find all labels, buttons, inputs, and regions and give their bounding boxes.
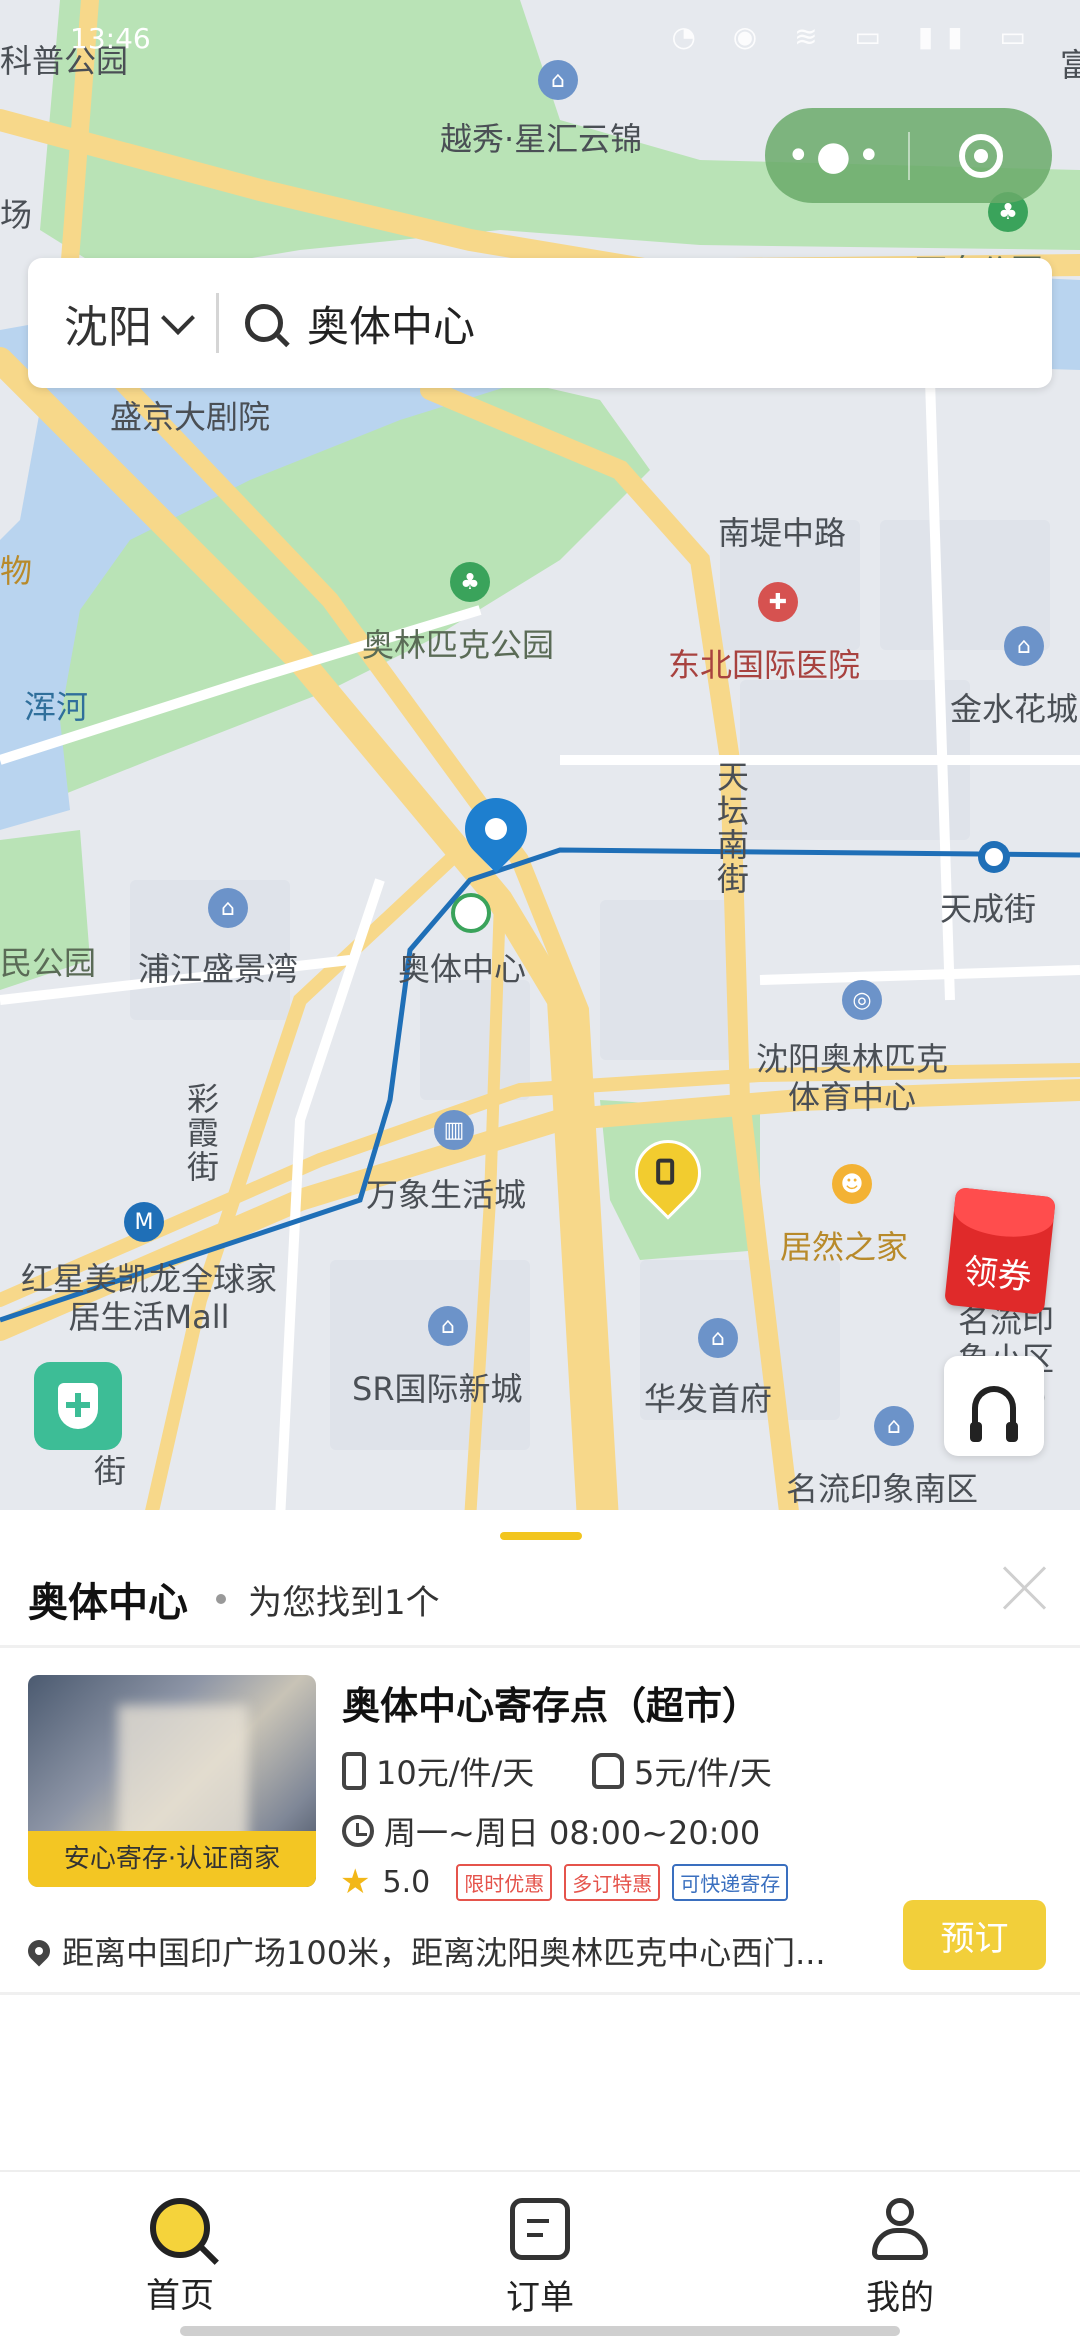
tab-orders[interactable]: 订单 (470, 2198, 610, 2319)
status-bar: 13:46 ◔ ◉ ≋ ▭ ▮▮ ▭ (0, 0, 1080, 60)
shield-plus-icon (58, 1383, 98, 1429)
small-item-icon (342, 1752, 366, 1790)
stadium-icon: ◎ (842, 980, 882, 1020)
residence-icon: ⌂ (698, 1318, 738, 1358)
map-label: 物 (0, 552, 33, 590)
home-search-icon (150, 2198, 210, 2258)
tab-label: 我的 (866, 2278, 934, 2318)
map-label: 南堤中路 (718, 514, 847, 552)
more-menu-button[interactable]: •●• (765, 133, 908, 179)
residence-icon: ⌂ (538, 60, 578, 100)
tab-bar: 首页 订单 我的 (0, 2170, 1080, 2342)
map-label: 居然之家 (780, 1228, 909, 1266)
store-hours: 周一~周日 08:00~20:00 (384, 1814, 761, 1852)
close-miniprogram-button[interactable] (910, 133, 1052, 178)
search-icon (245, 304, 283, 342)
map-label: 奥体中心 (398, 950, 527, 988)
results-keyword: 奥体中心 (28, 1580, 188, 1626)
map-label: 浦江盛景湾 (138, 950, 299, 988)
sheet-drag-handle[interactable] (500, 1532, 582, 1540)
metro-icon: M (124, 1202, 164, 1242)
map-label: SR国际新城 (352, 1370, 523, 1408)
shop-icon: ☻ (832, 1164, 872, 1204)
residence-icon: ⌂ (1004, 626, 1044, 666)
promo-tag: 多订特惠 (564, 1863, 661, 1901)
location-pin-icon (23, 1935, 55, 1967)
map-view[interactable]: 科普公园 越秀·星汇云锦 场 万泉公园 盛京大剧院 南堤中路 东北国际医院 奥林… (0, 0, 1080, 1520)
map-label: 金水花城 (950, 690, 1079, 728)
rating-value: 5.0 (382, 1864, 431, 1900)
map-label: 红星美凯龙全球家居生活Mall (20, 1260, 277, 1336)
map-label: 东北国际医院 (668, 646, 861, 684)
map-label: 场 (0, 196, 33, 234)
map-label: 华发首府 (644, 1380, 773, 1418)
map-label: 民公园 (0, 944, 97, 982)
map-label: 天成街 (940, 890, 1037, 928)
status-icons: ◔ ◉ ≋ ▭ ▮▮ ▭ (671, 20, 1040, 53)
tab-label: 首页 (146, 2276, 214, 2316)
miniprogram-capsule: •●• (765, 108, 1052, 203)
home-indicator (180, 2326, 900, 2336)
residence-icon: ⌂ (208, 888, 248, 928)
tab-home[interactable]: 首页 (110, 2198, 250, 2317)
search-input[interactable]: 奥体中心 (307, 293, 475, 354)
map-label: 万象生活城 (366, 1176, 527, 1214)
city-selector[interactable]: 沈阳 (28, 291, 195, 355)
certified-badge: 安心寄存·认证商家 (28, 1831, 316, 1887)
map-label: 盛京大剧院 (110, 398, 271, 436)
star-icon: ★ (340, 1862, 371, 1902)
residence-icon: ⌂ (874, 1406, 914, 1446)
backpack-icon (592, 1753, 624, 1789)
book-button[interactable]: 预订 (903, 1900, 1046, 1970)
price-small: 10元/件/天 (376, 1754, 535, 1792)
price-large: 5元/件/天 (634, 1754, 772, 1792)
map-label: 奥林匹克公园 (362, 626, 555, 664)
divider (0, 1992, 1080, 1995)
map-label: 沈阳奥林匹克体育中心 (755, 1040, 948, 1116)
store-address: 距离中国印广场100米，距离沈阳奥林匹克中心西门... (62, 1934, 826, 1972)
hours-row: 周一~周日 08:00~20:00 (342, 1808, 760, 1854)
clock-icon (342, 1815, 374, 1847)
map-label: 天坛南街 (712, 760, 750, 896)
results-sheet: 奥体中心 为您找到1个 安心寄存·认证商家 奥体中心寄存点（超市） 10元/件/… (0, 1510, 1080, 2170)
residence-icon: ⌂ (428, 1306, 468, 1346)
profile-icon (870, 2198, 930, 2260)
price-small-row: 10元/件/天 (342, 1748, 534, 1794)
results-count: 为您找到1个 (248, 1582, 440, 1623)
map-label: 街 (94, 1452, 127, 1490)
results-header: 奥体中心 为您找到1个 (28, 1570, 440, 1628)
map-label: 彩霞街 (182, 1082, 220, 1184)
customer-service-button[interactable] (944, 1356, 1044, 1456)
address-row: 距离中国印广场100米，距离沈阳奥林匹克中心西门... (23, 1928, 826, 1974)
search-bar: 沈阳 奥体中心 (28, 258, 1052, 388)
status-time: 13:46 (70, 22, 151, 55)
divider (0, 1645, 1080, 1648)
search-divider (216, 293, 219, 353)
store-photo: 安心寄存·认证商家 (28, 1675, 316, 1887)
map-label: 越秀·星汇云锦 (440, 120, 643, 158)
store-name: 奥体中心寄存点（超市） (342, 1684, 761, 1728)
chevron-down-icon (161, 301, 195, 335)
map-label: 名流印象南区 (786, 1470, 979, 1508)
metro-station-icon (451, 893, 491, 933)
coupon-button[interactable]: 领券 (944, 1187, 1056, 1315)
coupon-label: 领券 (961, 1251, 1034, 1299)
separator-dot (216, 1594, 226, 1604)
park-icon: ♣ (450, 562, 490, 602)
promo-tag: 限时优惠 (456, 1863, 553, 1901)
safety-shield-button[interactable] (34, 1362, 122, 1450)
service-tag: 可快递寄存 (672, 1863, 789, 1901)
order-icon (510, 2198, 570, 2260)
hospital-icon: ✚ (758, 582, 798, 622)
headset-icon (970, 1386, 1018, 1442)
rating-row: ★ 5.0 限时优惠 多订特惠 可快递寄存 (340, 1862, 789, 1902)
map-label: 浑河 (24, 688, 89, 726)
close-icon[interactable] (1003, 1565, 1047, 1609)
mall-icon: ▥ (434, 1110, 474, 1150)
target-icon (959, 133, 1003, 178)
city-name: 沈阳 (64, 302, 152, 353)
price-large-row: 5元/件/天 (592, 1748, 772, 1794)
tab-label: 订单 (506, 2278, 574, 2318)
tab-profile[interactable]: 我的 (830, 2198, 970, 2319)
